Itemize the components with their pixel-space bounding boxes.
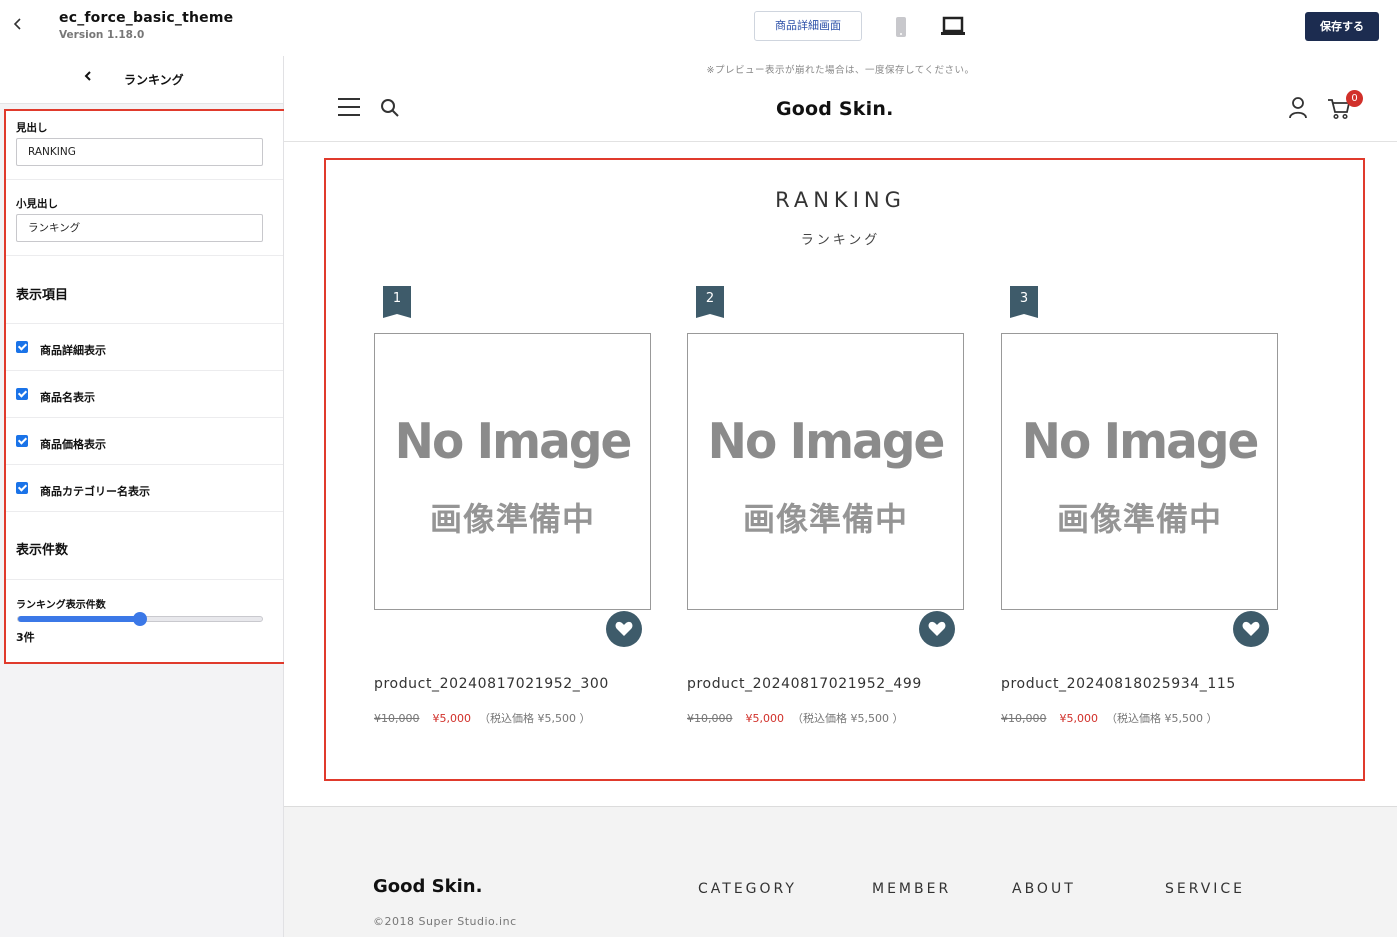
rank-badge: 1	[383, 286, 411, 318]
tax-price: （税込価格 ¥5,500 ）	[479, 712, 591, 725]
subheading-label: 小見出し	[16, 198, 58, 210]
display-items-title: 表示項目	[16, 288, 69, 303]
back-icon[interactable]	[13, 16, 31, 36]
subheading-section: 小見出し ランキング	[6, 180, 283, 256]
checkbox-label: 商品名表示	[40, 391, 95, 404]
no-image-text: No Image	[1021, 412, 1260, 471]
theme-version: Version 1.18.0	[59, 29, 145, 41]
no-image-subtext: 画像準備中	[429, 500, 595, 538]
ranking-subtitle: ランキング	[800, 233, 881, 248]
product-card: 3 No Image 画像準備中 product_20240818025934_…	[1001, 286, 1281, 726]
no-image-subtext: 画像準備中	[742, 500, 908, 538]
price-row: ¥10,000 ¥5,000 （税込価格 ¥5,500 ）	[374, 710, 590, 726]
count-section: 表示件数	[6, 512, 283, 580]
save-button[interactable]: 保存する	[1305, 12, 1379, 41]
ranking-title: RANKING	[775, 188, 906, 212]
product-name[interactable]: product_20240817021952_300	[374, 676, 609, 692]
favorite-heart-icon[interactable]	[1233, 611, 1269, 647]
product-name[interactable]: product_20240818025934_115	[1001, 676, 1236, 692]
product-image[interactable]: No Image 画像準備中	[687, 333, 964, 610]
no-image-text: No Image	[394, 412, 633, 471]
sale-price: ¥5,000	[1059, 712, 1099, 725]
checkbox-label: 商品カテゴリー名表示	[40, 485, 150, 498]
menu-icon[interactable]	[338, 98, 360, 118]
price-row: ¥10,000 ¥5,000 （税込価格 ¥5,500 ）	[687, 710, 903, 726]
user-icon[interactable]	[1288, 96, 1308, 120]
product-card: 2 No Image 画像準備中 product_20240817021952_…	[687, 286, 967, 726]
rank-badge: 2	[696, 286, 724, 318]
footer-menu-category[interactable]: CATEGORY	[698, 881, 797, 897]
preview-notice: ※プレビュー表示が崩れた場合は、一度保存してください。	[706, 65, 975, 76]
price-row: ¥10,000 ¥5,000 （税込価格 ¥5,500 ）	[1001, 710, 1217, 726]
cart-count-badge: 0	[1346, 90, 1363, 107]
sidebar-back-icon[interactable]	[84, 70, 92, 86]
mobile-device-icon[interactable]	[893, 16, 909, 38]
footer-menu-about[interactable]: ABOUT	[1012, 881, 1076, 897]
top-bar: ec_force_basic_theme Version 1.18.0 商品詳細…	[0, 0, 1397, 56]
product-name[interactable]: product_20240817021952_499	[687, 676, 922, 692]
slider-thumb[interactable]	[133, 612, 147, 626]
list-price: ¥10,000	[687, 712, 733, 725]
theme-preview: ※プレビュー表示が崩れた場合は、一度保存してください。 Good Skin. 0…	[284, 56, 1397, 937]
settings-sidebar: ランキング 見出し RANKING 小見出し ランキング 表示項目 商品詳細表示…	[0, 56, 284, 937]
footer-menu-member[interactable]: MEMBER	[872, 881, 951, 897]
slider-label: ランキング表示件数	[16, 600, 106, 611]
checkbox-product-price[interactable]: 商品価格表示	[6, 418, 283, 465]
site-footer: Good Skin. ©2018 Super Studio.inc CATEGO…	[284, 806, 1397, 937]
no-image-text: No Image	[707, 412, 946, 471]
sale-price: ¥5,000	[432, 712, 472, 725]
checkbox-checked-icon[interactable]	[16, 435, 28, 447]
page-select-button[interactable]: 商品詳細画面	[754, 11, 862, 41]
display-items-section: 表示項目	[6, 256, 283, 324]
checkbox-checked-icon[interactable]	[16, 482, 28, 494]
settings-panel: 見出し RANKING 小見出し ランキング 表示項目 商品詳細表示 商品名表示…	[6, 110, 283, 662]
footer-logo[interactable]: Good Skin.	[373, 876, 482, 897]
list-price: ¥10,000	[374, 712, 420, 725]
tax-price: （税込価格 ¥5,500 ）	[792, 712, 904, 725]
rank-badge: 3	[1010, 286, 1038, 318]
footer-copyright: ©2018 Super Studio.inc	[373, 915, 517, 928]
slider-value: 3件	[16, 631, 35, 644]
checkbox-product-name[interactable]: 商品名表示	[6, 371, 283, 418]
checkbox-category-name[interactable]: 商品カテゴリー名表示	[6, 465, 283, 512]
count-title: 表示件数	[16, 543, 69, 558]
sale-price: ¥5,000	[745, 712, 785, 725]
checkbox-label: 商品価格表示	[40, 438, 106, 451]
checkbox-checked-icon[interactable]	[16, 388, 28, 400]
slider-fill	[18, 616, 140, 622]
list-price: ¥10,000	[1001, 712, 1047, 725]
heading-label: 見出し	[16, 122, 48, 134]
favorite-heart-icon[interactable]	[919, 611, 955, 647]
ranking-count-slider[interactable]	[17, 612, 263, 626]
product-image[interactable]: No Image 画像準備中	[1001, 333, 1278, 610]
product-card: 1 No Image 画像準備中 product_20240817021952_…	[374, 286, 654, 726]
desktop-device-icon[interactable]	[940, 16, 966, 38]
heading-input[interactable]: RANKING	[16, 138, 263, 166]
subheading-input[interactable]: ランキング	[16, 214, 263, 242]
tax-price: （税込価格 ¥5,500 ）	[1106, 712, 1218, 725]
checkbox-checked-icon[interactable]	[16, 341, 28, 353]
theme-name: ec_force_basic_theme	[59, 10, 234, 26]
search-icon[interactable]	[380, 98, 400, 118]
footer-menu-service[interactable]: SERVICE	[1165, 881, 1245, 897]
sidebar-header: ランキング	[0, 56, 283, 104]
favorite-heart-icon[interactable]	[606, 611, 642, 647]
site-logo[interactable]: Good Skin.	[776, 98, 894, 120]
product-image[interactable]: No Image 画像準備中	[374, 333, 651, 610]
no-image-subtext: 画像準備中	[1056, 500, 1222, 538]
checkbox-label: 商品詳細表示	[40, 344, 106, 357]
site-header: Good Skin. 0	[284, 82, 1397, 142]
sidebar-title: ランキング	[124, 73, 184, 87]
heading-section: 見出し RANKING	[6, 110, 283, 180]
checkbox-product-detail[interactable]: 商品詳細表示	[6, 324, 283, 371]
